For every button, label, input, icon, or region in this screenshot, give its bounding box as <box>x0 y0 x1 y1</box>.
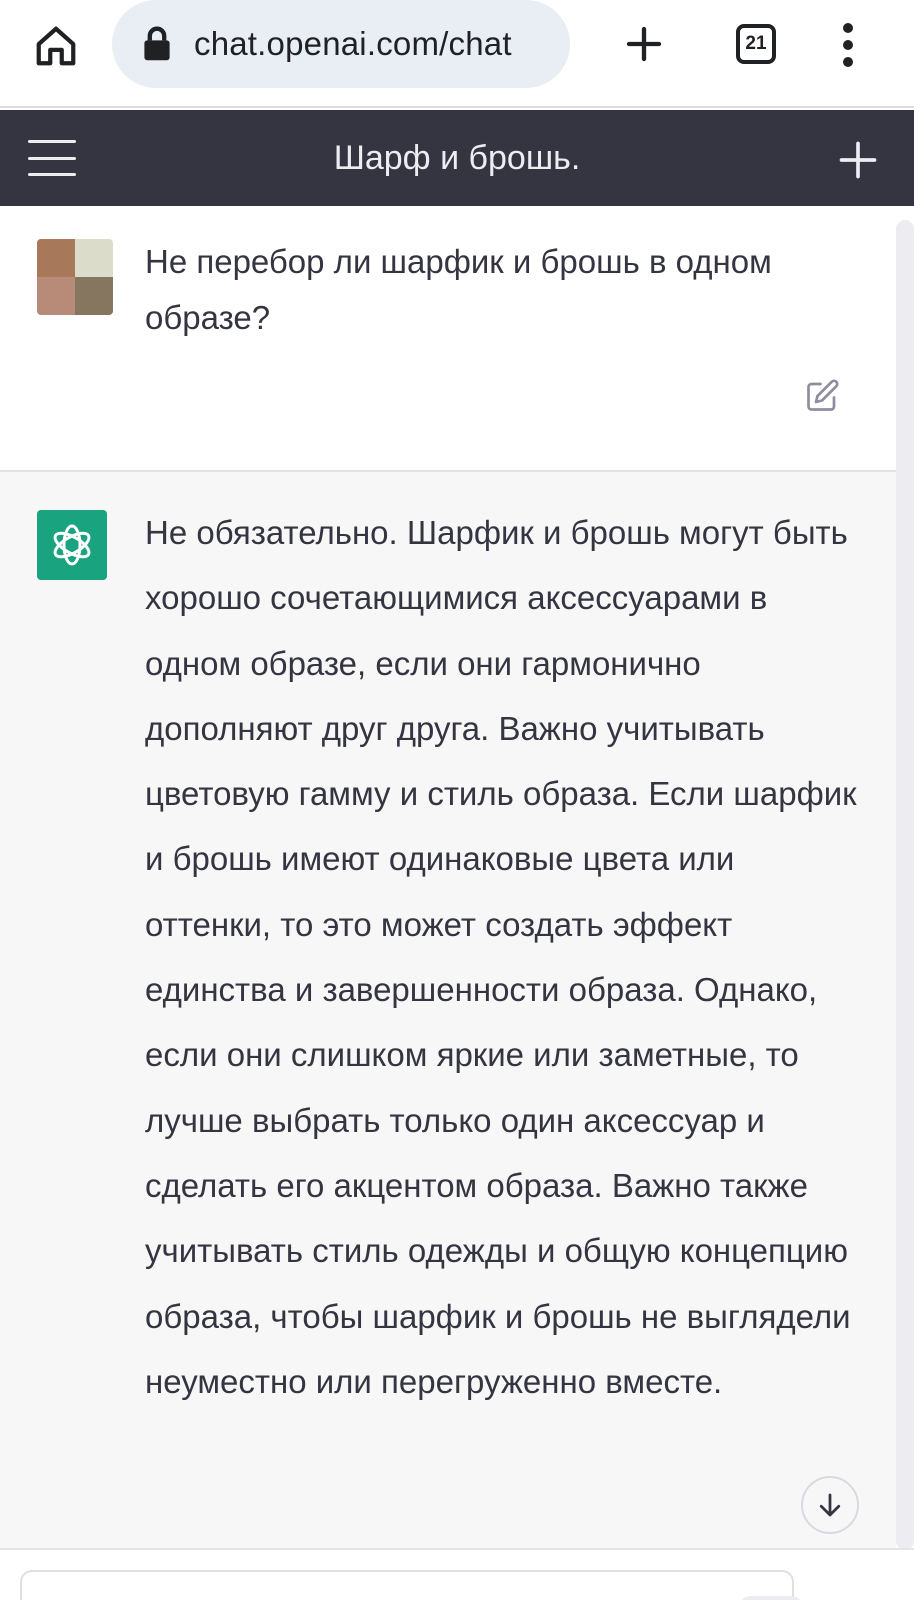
chat-header: Шарф и брошь. <box>0 110 914 206</box>
avatar-tile <box>75 277 113 315</box>
assistant-message-text: Не обязательно. Шарфик и брошь могут быт… <box>145 514 857 1400</box>
home-button[interactable] <box>28 18 84 74</box>
lock-icon <box>144 26 170 61</box>
browser-menu-button[interactable] <box>830 20 866 70</box>
plus-icon <box>839 141 877 179</box>
arrow-down-icon <box>819 1493 841 1517</box>
hamburger-menu-button[interactable] <box>28 140 76 176</box>
hamburger-icon <box>28 140 76 143</box>
avatar-tile <box>75 239 113 277</box>
user-message: Не перебор ли шарфик и брошь в одном обр… <box>0 206 896 472</box>
avatar <box>37 239 113 315</box>
assistant-avatar <box>37 510 107 580</box>
more-vert-icon <box>843 23 853 33</box>
more-vert-icon <box>843 40 853 50</box>
tab-count: 21 <box>745 33 767 54</box>
chat-title: Шарф и брошь. <box>333 138 581 177</box>
assistant-message: Не обязательно. Шарфик и брошь могут быт… <box>0 472 896 1548</box>
scrollbar[interactable] <box>896 220 914 1550</box>
avatar-tile <box>37 277 75 315</box>
home-icon <box>36 26 76 66</box>
avatar-tile <box>37 239 75 277</box>
more-vert-icon <box>843 57 853 67</box>
browser-page: chat.openai.com/chat 21 Шарф и брошь. Не… <box>0 0 914 1600</box>
plus-icon <box>626 26 662 62</box>
scroll-to-bottom-button[interactable] <box>801 1476 859 1534</box>
browser-toolbar: chat.openai.com/chat 21 <box>0 0 914 108</box>
edit-icon[interactable] <box>804 378 840 414</box>
tab-switcher-button[interactable]: 21 <box>736 24 776 64</box>
address-bar[interactable]: chat.openai.com/chat <box>112 0 570 88</box>
new-chat-button[interactable] <box>836 138 880 182</box>
user-message-text: Не перебор ли шарфик и брошь в одном обр… <box>145 243 772 336</box>
hamburger-icon <box>28 173 76 176</box>
new-tab-button[interactable] <box>618 16 670 72</box>
message-input[interactable] <box>20 1570 802 1600</box>
hamburger-icon <box>28 156 76 160</box>
url-text: chat.openai.com/chat <box>194 25 512 62</box>
send-button[interactable] <box>740 1596 802 1600</box>
composer-area <box>0 1548 914 1600</box>
openai-logo-icon <box>53 524 91 566</box>
